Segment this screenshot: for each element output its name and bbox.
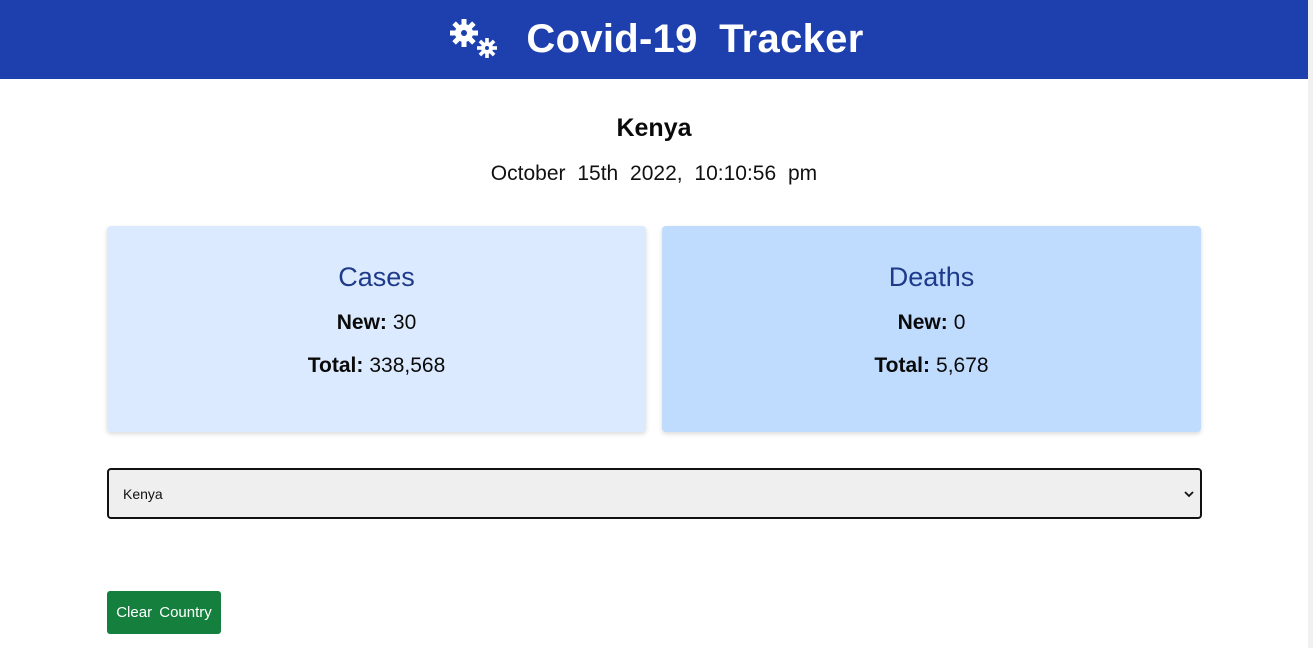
cases-card-title: Cases xyxy=(338,262,415,292)
cases-new-row: New: 30 xyxy=(107,311,646,335)
cases-total-value: 338,568 xyxy=(369,354,446,377)
deaths-total-row: Total: 5,678 xyxy=(662,354,1201,378)
chevron-down-icon xyxy=(1184,490,1194,497)
deaths-card-title: Deaths xyxy=(888,262,975,292)
cases-card: Cases New: 30 Total: 338,568 xyxy=(107,226,646,432)
deaths-new-label: New: xyxy=(897,311,948,334)
cases-new-value: 30 xyxy=(392,311,417,334)
app-title: Covid-19 Tracker xyxy=(526,17,864,61)
scrollbar[interactable] xyxy=(1308,0,1313,648)
country-select-value: Kenya xyxy=(123,485,163,502)
country-heading: Kenya xyxy=(616,114,692,142)
deaths-card: Deaths New: 0 Total: 5,678 xyxy=(662,226,1201,432)
clear-country-button[interactable]: Clear Country xyxy=(107,591,221,634)
country-select[interactable]: Kenya xyxy=(107,468,1202,519)
cases-total-row: Total: 338,568 xyxy=(107,354,646,378)
deaths-total-value: 5,678 xyxy=(936,354,989,377)
last-updated-timestamp: October 15th 2022, 10:10:56 pm xyxy=(490,162,818,185)
deaths-new-value: 0 xyxy=(953,311,966,334)
cases-total-label: Total: xyxy=(307,354,364,377)
app-header: Covid-19 Tracker xyxy=(0,0,1308,79)
virus-gears-icon xyxy=(450,18,498,58)
cases-new-label: New: xyxy=(336,311,387,334)
deaths-total-label: Total: xyxy=(874,354,931,377)
deaths-new-row: New: 0 xyxy=(662,311,1201,335)
